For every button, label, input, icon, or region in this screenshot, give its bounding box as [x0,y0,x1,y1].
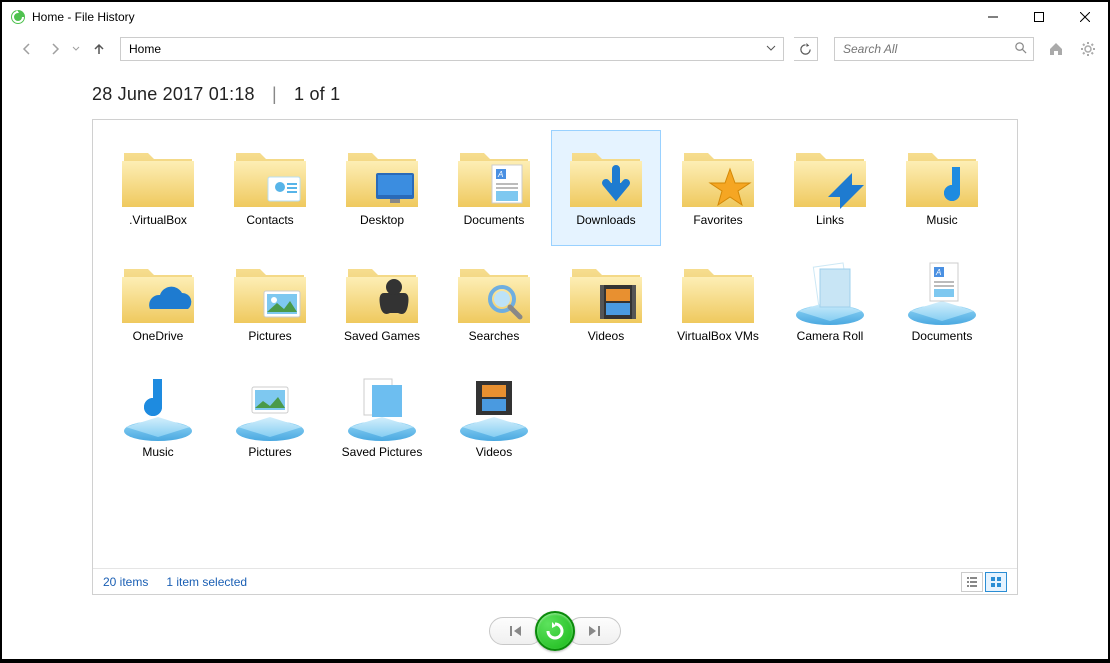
item-videos[interactable]: Videos [439,362,549,478]
window-title: Home - File History [32,10,970,24]
version-date: 28 June 2017 01:18 [92,84,255,104]
app-icon [10,9,26,25]
view-details-button[interactable] [961,572,983,592]
item-desktop[interactable]: Desktop [327,130,437,246]
address-text: Home [129,42,763,56]
item-saved-games[interactable]: Saved Games [327,246,437,362]
folder-contact-icon [230,135,310,211]
folder-downloads-icon [566,135,646,211]
playback-controls [2,603,1108,659]
lib-camera-icon [790,251,870,327]
folder-onedrive-icon [118,251,198,327]
folder-documents-icon: A [454,135,534,211]
item-label: Documents [464,213,525,227]
address-bar[interactable]: Home [120,37,784,61]
file-history-window: Home - File History Home [2,2,1108,659]
item-label: Downloads [576,213,635,227]
item-label: Camera Roll [797,329,864,343]
item-searches[interactable]: Searches [439,246,549,362]
search-box[interactable] [834,37,1034,61]
item-label: OneDrive [133,329,184,343]
folder-search-icon [454,251,534,327]
address-dropdown-icon[interactable] [763,42,779,56]
items-grid: .VirtualBox Contacts Desktop A Documents Down… [93,120,1017,568]
svg-text:A: A [497,170,503,179]
lib-saved-icon [342,367,422,443]
item-links[interactable]: Links [775,130,885,246]
home-button[interactable] [1046,39,1066,59]
item-label: Desktop [360,213,404,227]
refresh-button[interactable] [794,37,818,61]
item-label: .VirtualBox [129,213,187,227]
item-label: Saved Pictures [342,445,423,459]
item-label: Pictures [248,329,291,343]
svg-text:A: A [935,268,941,277]
item-label: Links [816,213,844,227]
folder-icon [118,135,198,211]
item-saved-pictures[interactable]: Saved Pictures [327,362,437,478]
view-icons-button[interactable] [985,572,1007,592]
restore-button[interactable] [535,611,575,651]
item-pictures[interactable]: Pictures [215,246,325,362]
folder-desktop-icon [342,135,422,211]
item-music[interactable]: Music [103,362,213,478]
folder-icon [678,251,758,327]
item-pictures[interactable]: Pictures [215,362,325,478]
folder-music-icon [902,135,982,211]
toolbar: Home [2,32,1108,66]
item-documents[interactable]: A Documents [887,246,997,362]
nav-forward-button[interactable] [44,38,66,60]
item-label: Music [142,445,173,459]
item-label: Searches [469,329,520,343]
item-contacts[interactable]: Contacts [215,130,325,246]
nav-back-button[interactable] [16,38,38,60]
status-selected: 1 item selected [166,575,247,589]
status-count: 20 items [103,575,148,589]
content-area: 28 June 2017 01:18 | 1 of 1 .VirtualBox C… [2,66,1108,603]
maximize-button[interactable] [1016,2,1062,32]
item-label: Videos [476,445,512,459]
item-music[interactable]: Music [887,130,997,246]
search-input[interactable] [841,41,1014,57]
lib-documents-icon: A [902,251,982,327]
item-label: Pictures [248,445,291,459]
folder-pictures-icon [230,251,310,327]
lib-videos-icon [454,367,534,443]
lib-music-icon [118,367,198,443]
folder-links-icon [790,135,870,211]
item-label: Documents [912,329,973,343]
item-camera-roll[interactable]: Camera Roll [775,246,885,362]
folder-videos-icon [566,251,646,327]
next-version-button[interactable] [567,617,621,645]
item-label: Contacts [246,213,293,227]
item-label: Music [926,213,957,227]
item-label: Saved Games [344,329,420,343]
settings-button[interactable] [1078,39,1098,59]
nav-up-button[interactable] [88,38,110,60]
item-favorites[interactable]: Favorites [663,130,773,246]
header-separator: | [272,84,277,104]
item-onedrive[interactable]: OneDrive [103,246,213,362]
search-icon [1014,41,1027,57]
folder-games-icon [342,251,422,327]
item-virtualbox-vms[interactable]: VirtualBox VMs [663,246,773,362]
minimize-button[interactable] [970,2,1016,32]
item-label: VirtualBox VMs [677,329,759,343]
status-bar: 20 items 1 item selected [93,568,1017,594]
items-pane: .VirtualBox Contacts Desktop A Documents Down… [92,119,1018,595]
lib-pictures-icon [230,367,310,443]
item-documents[interactable]: A Documents [439,130,549,246]
item-videos[interactable]: Videos [551,246,661,362]
close-button[interactable] [1062,2,1108,32]
folder-favorites-icon [678,135,758,211]
item--virtualbox[interactable]: .VirtualBox [103,130,213,246]
item-downloads[interactable]: Downloads [551,130,661,246]
version-header: 28 June 2017 01:18 | 1 of 1 [92,84,1018,105]
titlebar: Home - File History [2,2,1108,32]
item-label: Favorites [693,213,742,227]
version-position: 1 of 1 [294,84,340,104]
nav-history-dropdown[interactable] [72,42,82,56]
item-label: Videos [588,329,624,343]
